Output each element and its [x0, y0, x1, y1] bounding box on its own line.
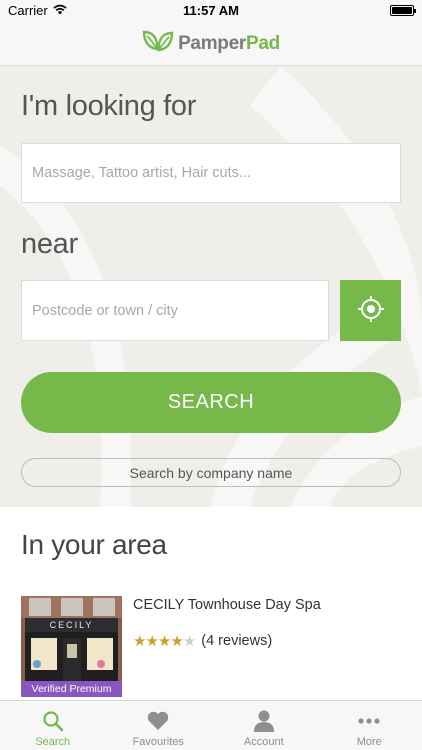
- in-your-area-heading: In your area: [21, 529, 167, 560]
- ellipsis-icon: [357, 706, 381, 736]
- user-icon: [253, 706, 275, 736]
- star-icon: ★: [170, 633, 183, 650]
- tab-label: Account: [243, 736, 284, 748]
- listing-name[interactable]: CECILY Townhouse Day Spa: [133, 597, 321, 613]
- tab-bar: Search Favourites Account More: [0, 700, 422, 750]
- star-icon: ★: [145, 633, 158, 650]
- search-icon: [42, 706, 64, 736]
- tab-more[interactable]: More: [317, 701, 422, 750]
- current-location-button[interactable]: [340, 280, 401, 341]
- logo-wordmark: PamperPad: [178, 33, 280, 55]
- status-bar: Carrier 11:57 AM: [0, 0, 422, 22]
- tab-label: Favourites: [132, 736, 184, 748]
- star-icon: ★: [157, 633, 171, 650]
- status-time: 11:57 AM: [183, 3, 239, 18]
- search-button[interactable]: SEARCH: [21, 372, 401, 433]
- search-by-company-button[interactable]: Search by company name: [21, 458, 401, 487]
- star-rating: ★ ★ ★ ★ ★: [133, 632, 196, 650]
- crosshair-icon: [357, 295, 385, 326]
- leaf-icon: [142, 30, 174, 57]
- search-panel: I'm looking for near SEARCH Search by co…: [0, 66, 422, 507]
- tab-favourites[interactable]: Favourites: [106, 701, 212, 750]
- battery-icon: [390, 5, 416, 16]
- service-search-input[interactable]: [21, 143, 401, 203]
- listing-thumbnail[interactable]: CECILY Verified Premium: [21, 596, 122, 697]
- tab-search[interactable]: Search: [0, 701, 106, 750]
- app-header: PamperPad: [0, 22, 422, 66]
- shop-sign-text: CECILY: [49, 620, 94, 630]
- tab-label: More: [356, 736, 382, 748]
- logo-text-pamper: Pamper: [178, 32, 246, 54]
- star-empty-icon: ★: [182, 633, 196, 650]
- tab-label: Search: [35, 736, 71, 748]
- looking-for-heading: I'm looking for: [21, 90, 197, 122]
- near-heading: near: [21, 228, 78, 260]
- star-icon: ★: [133, 633, 146, 650]
- listing-card[interactable]: CECILY Verified Premium CECILY Townhouse…: [21, 596, 401, 698]
- verified-premium-badge: Verified Premium: [21, 681, 122, 697]
- location-input[interactable]: [21, 280, 329, 341]
- tab-account[interactable]: Account: [211, 701, 317, 750]
- review-count: (4 reviews): [201, 633, 273, 649]
- rating-row: ★ ★ ★ ★ ★ (4 reviews): [133, 632, 272, 650]
- heart-icon: [146, 706, 170, 736]
- logo-text-pad: Pad: [245, 32, 280, 54]
